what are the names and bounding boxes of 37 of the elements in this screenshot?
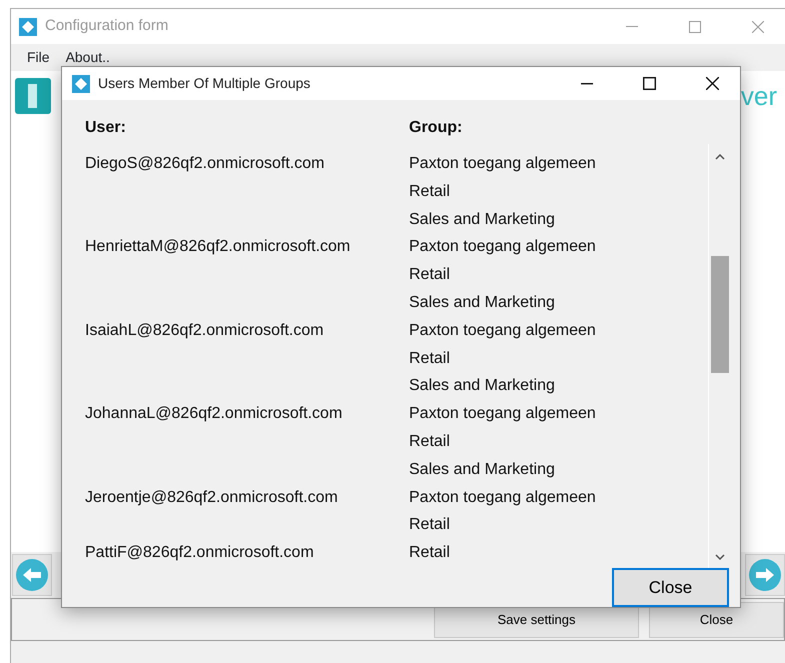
logo-icon <box>15 78 51 114</box>
scroll-down-icon[interactable] <box>714 554 724 560</box>
group-name: Retail <box>409 516 450 534</box>
group-name: Retail <box>409 182 450 200</box>
group-name: Paxton toegang algemeen <box>409 155 596 172</box>
group-name: Sales and Marketing <box>409 294 555 311</box>
menu-item[interactable]: About.. <box>66 47 110 68</box>
user-email: HenriettaM@826qf2.onmicrosoft.com <box>85 238 350 256</box>
scroll-up-icon[interactable] <box>714 154 724 160</box>
user-email: Jeroentje@826qf2.onmicrosoft.com <box>85 488 338 506</box>
user-email: IsaiahL@826qf2.onmicrosoft.com <box>85 322 324 339</box>
dialog-title: Users Member Of Multiple Groups <box>98 74 310 93</box>
group-name: Sales and Marketing <box>409 460 555 478</box>
forward-button[interactable] <box>745 554 785 596</box>
scrollbar-thumb[interactable] <box>710 256 728 373</box>
group-name: Paxton toegang algemeen <box>409 405 596 422</box>
group-name: Retail <box>409 432 450 450</box>
user-email: DiegoS@826qf2.onmicrosoft.com <box>85 155 324 172</box>
close-button[interactable]: Close <box>612 568 729 607</box>
app-icon <box>72 74 90 92</box>
group-name: Retail <box>409 544 450 562</box>
back-button[interactable] <box>12 554 52 596</box>
group-name: Retail <box>409 266 450 284</box>
column-header: Group: <box>409 118 462 138</box>
group-name: Retail <box>409 350 450 367</box>
group-name: Paxton toegang algemeen <box>409 322 596 339</box>
header-text: ver <box>740 80 777 112</box>
app-icon <box>19 18 37 36</box>
user-email: PattiF@826qf2.onmicrosoft.com <box>85 544 314 562</box>
group-name: Sales and Marketing <box>409 377 555 394</box>
group-name: Paxton toegang algemeen <box>409 238 596 256</box>
menu-item[interactable]: File <box>27 47 50 68</box>
group-name: Paxton toegang algemeen <box>409 488 596 506</box>
user-email: JohannaL@826qf2.onmicrosoft.com <box>85 405 342 422</box>
column-header: User: <box>85 118 127 138</box>
group-name: Sales and Marketing <box>409 210 555 228</box>
window-title: Configuration form <box>45 16 168 36</box>
